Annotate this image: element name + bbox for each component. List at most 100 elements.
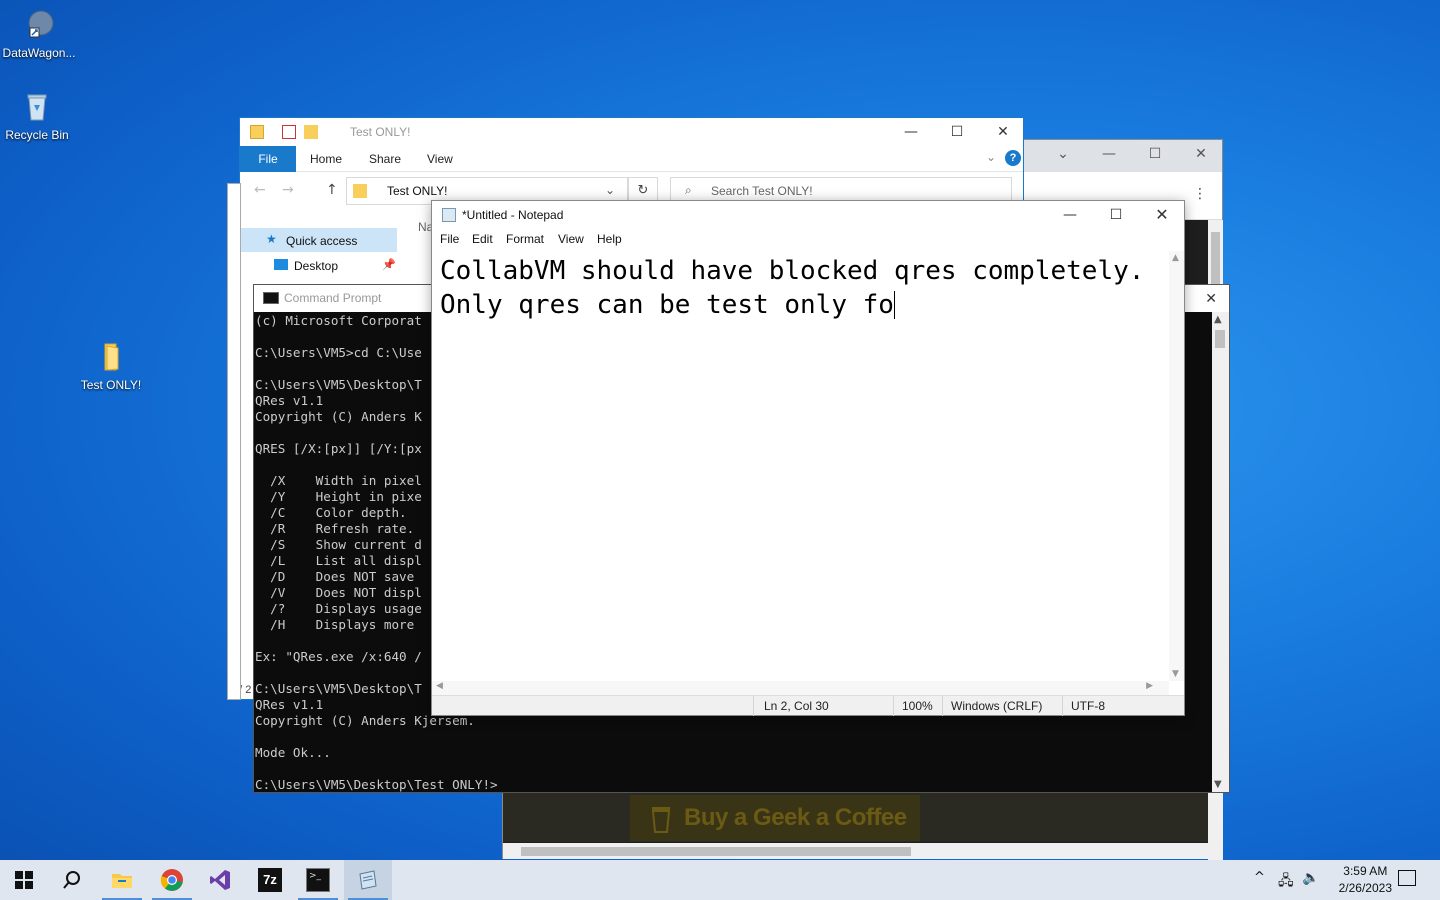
properties-icon[interactable] bbox=[282, 125, 296, 139]
close-button[interactable]: ✕ bbox=[1205, 285, 1217, 312]
chevron-up-icon[interactable]: ^ bbox=[1254, 870, 1265, 885]
buy-coffee-label: Buy a Geek a Coffee bbox=[684, 804, 907, 831]
folder-icon bbox=[94, 340, 128, 374]
taskbar-visual-studio[interactable] bbox=[196, 860, 244, 900]
explorer-title-bar[interactable]: Test ONLY! — ☐ ✕ bbox=[240, 118, 1023, 146]
console-line: /D Does NOT save bbox=[255, 569, 422, 584]
coffee-cup-icon bbox=[651, 803, 671, 833]
taskbar-file-explorer[interactable] bbox=[98, 860, 146, 900]
taskbar-7zip[interactable]: 7z bbox=[246, 860, 294, 900]
nav-item-label: Desktop bbox=[294, 259, 339, 273]
notepad-title-bar[interactable]: *Untitled - Notepad — ☐ ✕ bbox=[432, 201, 1184, 229]
close-button[interactable]: ✕ bbox=[1139, 201, 1185, 229]
navigation-pane: ★ Quick access Desktop 📌 bbox=[240, 228, 400, 288]
search-button[interactable] bbox=[48, 860, 96, 900]
menu-format[interactable]: Format bbox=[506, 232, 544, 246]
system-clock[interactable]: 3:59 AM 2/26/2023 bbox=[1339, 863, 1392, 897]
console-line: Ex: "QRes.exe /x:640 / bbox=[255, 649, 422, 664]
ribbon-tabs: File Home Share View ⌄ ? bbox=[240, 146, 1023, 172]
console-line: C:\Users\VM5>cd C:\Use bbox=[255, 345, 422, 360]
new-folder-icon[interactable] bbox=[304, 125, 318, 139]
tab-home[interactable]: Home bbox=[310, 152, 342, 166]
help-icon[interactable]: ? bbox=[1005, 150, 1021, 166]
taskbar-command-prompt[interactable]: >_ bbox=[294, 860, 342, 900]
minimize-button[interactable]: — bbox=[1097, 146, 1121, 166]
chevron-down-icon[interactable]: ⌄ bbox=[1051, 146, 1075, 166]
maximize-button[interactable]: ☐ bbox=[1093, 201, 1139, 229]
nav-item-desktop[interactable]: Desktop 📌 bbox=[240, 254, 397, 276]
desktop-icon-recycle-bin[interactable]: Recycle Bin bbox=[0, 90, 76, 142]
nav-item-quick-access[interactable]: ★ Quick access bbox=[240, 228, 397, 252]
desktop-icon bbox=[274, 259, 288, 270]
notepad-status-bar: Ln 2, Col 30 100% Windows (CRLF) UTF-8 bbox=[432, 695, 1184, 716]
address-text: Test ONLY! bbox=[387, 184, 448, 198]
menu-dots-icon[interactable]: ⋮ bbox=[1193, 186, 1207, 202]
console-line: Copyright (C) Anders K bbox=[255, 409, 422, 424]
console-line: C:\Users\VM5\Desktop\T bbox=[255, 377, 422, 392]
globe-shortcut-icon bbox=[22, 8, 56, 42]
text-caret bbox=[893, 291, 895, 319]
close-button[interactable]: ✕ bbox=[1189, 146, 1213, 166]
chevron-down-icon[interactable]: ⌄ bbox=[986, 150, 996, 164]
network-icon[interactable]: 🖧 bbox=[1278, 870, 1294, 894]
console-line: /L List all displ bbox=[255, 553, 422, 568]
notepad-horizontal-scrollbar[interactable]: ◀ ▶ bbox=[432, 681, 1169, 695]
desktop-icon-label: DataWagon... bbox=[2, 46, 76, 60]
maximize-button[interactable]: ☐ bbox=[1143, 146, 1167, 166]
taskbar: 7z >_ ^ 🖧 🔈 3:59 AM 2/26/2023 bbox=[0, 860, 1440, 900]
minimize-button[interactable]: — bbox=[888, 118, 934, 146]
desktop-icon-datawagon[interactable]: DataWagon... bbox=[0, 8, 78, 60]
background-window-edge bbox=[227, 183, 241, 700]
windows-logo-icon bbox=[15, 871, 33, 889]
menu-help[interactable]: Help bbox=[597, 232, 622, 246]
notepad-menu-bar: File Edit Format View Help bbox=[432, 229, 1184, 251]
notification-icon[interactable] bbox=[1398, 870, 1416, 886]
tab-file[interactable]: File bbox=[240, 146, 296, 172]
maximize-button[interactable]: ☐ bbox=[934, 118, 980, 146]
tab-view[interactable]: View bbox=[427, 152, 453, 166]
cmd-vertical-scrollbar[interactable]: ▲ ▼ bbox=[1212, 312, 1229, 792]
chrome-icon bbox=[160, 869, 183, 891]
visual-studio-icon bbox=[210, 870, 230, 890]
text-editor-area[interactable]: CollabVM should have blocked qres comple… bbox=[432, 251, 1169, 681]
folder-icon bbox=[353, 184, 367, 198]
status-zoom: 100% bbox=[902, 699, 933, 713]
console-line: QRes v1.1 bbox=[255, 393, 324, 408]
console-line: /H Displays more bbox=[255, 617, 422, 632]
back-arrow-icon[interactable]: ← bbox=[254, 182, 266, 198]
taskbar-notepad[interactable] bbox=[344, 860, 392, 900]
browser-horizontal-scrollbar[interactable] bbox=[503, 843, 1208, 859]
menu-file[interactable]: File bbox=[440, 232, 459, 246]
chevron-down-icon[interactable]: ⌄ bbox=[605, 183, 615, 197]
recycle-bin-icon bbox=[20, 90, 54, 124]
search-placeholder: Search Test ONLY! bbox=[711, 184, 813, 198]
minimize-button[interactable]: — bbox=[1047, 201, 1093, 229]
explorer-title: Test ONLY! bbox=[350, 125, 411, 139]
terminal-icon: >_ bbox=[306, 868, 330, 892]
forward-arrow-icon[interactable]: → bbox=[282, 182, 294, 198]
tab-share[interactable]: Share bbox=[369, 152, 401, 166]
start-button[interactable] bbox=[0, 860, 48, 900]
console-line: C:\Users\VM5\Desktop\T bbox=[255, 681, 422, 696]
notepad-title: *Untitled - Notepad bbox=[462, 208, 564, 222]
buy-coffee-button[interactable]: Buy a Geek a Coffee bbox=[630, 795, 920, 841]
menu-edit[interactable]: Edit bbox=[472, 232, 493, 246]
up-arrow-icon[interactable]: ↑ bbox=[326, 182, 338, 198]
editor-line-2: Only qres can be test only fo bbox=[440, 290, 894, 320]
notepad-window[interactable]: *Untitled - Notepad — ☐ ✕ File Edit Form… bbox=[431, 200, 1185, 716]
notepad-vertical-scrollbar[interactable]: ▲ ▼ bbox=[1169, 251, 1184, 681]
notepad-icon bbox=[359, 870, 377, 890]
desktop-icon-test-only-folder[interactable]: Test ONLY! bbox=[72, 340, 150, 392]
close-button[interactable]: ✕ bbox=[980, 118, 1026, 146]
desktop-icon-label: Test ONLY! bbox=[80, 378, 142, 392]
star-icon: ★ bbox=[266, 232, 277, 246]
console-line: /R Refresh rate. bbox=[255, 521, 415, 536]
console-line: /V Does NOT displ bbox=[255, 585, 422, 600]
status-cursor-position: Ln 2, Col 30 bbox=[764, 699, 829, 713]
taskbar-chrome[interactable] bbox=[148, 860, 196, 900]
console-line: QRes v1.1 bbox=[255, 697, 324, 712]
pin-icon[interactable]: 📌 bbox=[382, 258, 396, 271]
volume-icon[interactable]: 🔈 bbox=[1302, 870, 1319, 886]
menu-view[interactable]: View bbox=[558, 232, 584, 246]
clock-time: 3:59 AM bbox=[1343, 864, 1388, 878]
